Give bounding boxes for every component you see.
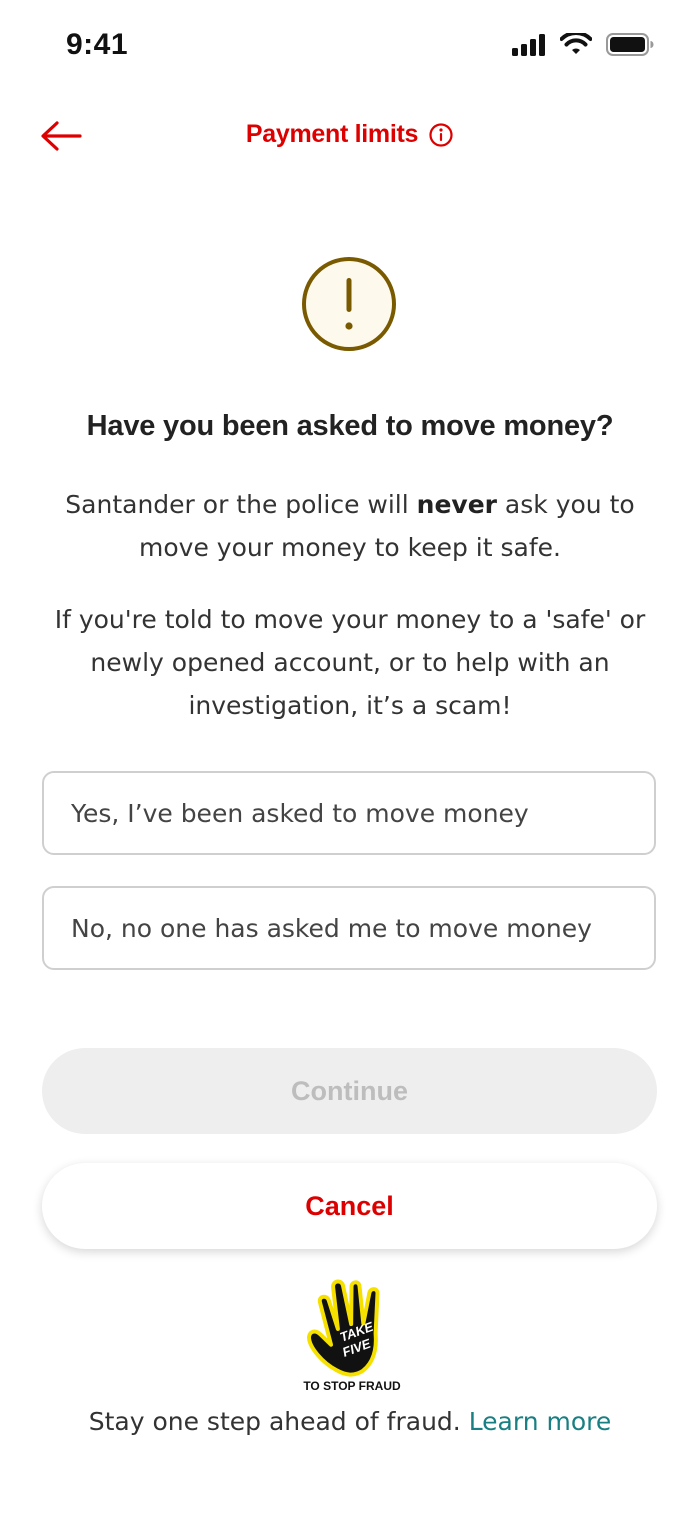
- para1-text-bold: never: [416, 490, 497, 519]
- exclamation-circle-icon: [302, 257, 396, 351]
- para1-text-start: Santander or the police will: [65, 490, 417, 519]
- info-icon[interactable]: [428, 122, 454, 148]
- status-icons: [512, 33, 654, 56]
- wifi-icon: [560, 33, 592, 54]
- warning-paragraph-1: Santander or the police will never ask y…: [40, 483, 660, 569]
- screen: 9:41 Payment limits Have you been asked …: [0, 0, 700, 1515]
- option-yes-asked[interactable]: Yes, I’ve been asked to move money: [42, 771, 656, 855]
- take-five-logo: TAKE FIVE TO STOP FRAUD: [303, 1279, 401, 1393]
- learn-more-link[interactable]: Learn more: [469, 1407, 612, 1436]
- header: Payment limits: [0, 100, 700, 174]
- option-no-not-asked[interactable]: No, no one has asked me to move money: [42, 886, 656, 970]
- battery-icon: [606, 33, 654, 56]
- footer: Stay one step ahead of fraud. Learn more: [0, 1407, 700, 1436]
- page-title-text: Payment limits: [245, 120, 419, 148]
- footer-text: Stay one step ahead of fraud.: [88, 1407, 461, 1436]
- page-title: Payment limits: [0, 120, 700, 149]
- warning-paragraph-2: If you're told to move your money to a '…: [54, 605, 646, 720]
- status-time: 9:41: [66, 28, 129, 61]
- take-five-logo-caption: TO STOP FRAUD: [303, 1379, 401, 1393]
- signal-icon: [512, 33, 545, 56]
- status-bar: 9:41: [0, 0, 700, 95]
- continue-button[interactable]: Continue: [42, 1048, 657, 1134]
- cancel-button[interactable]: Cancel: [42, 1163, 657, 1249]
- question-heading: Have you been asked to move money?: [86, 410, 614, 442]
